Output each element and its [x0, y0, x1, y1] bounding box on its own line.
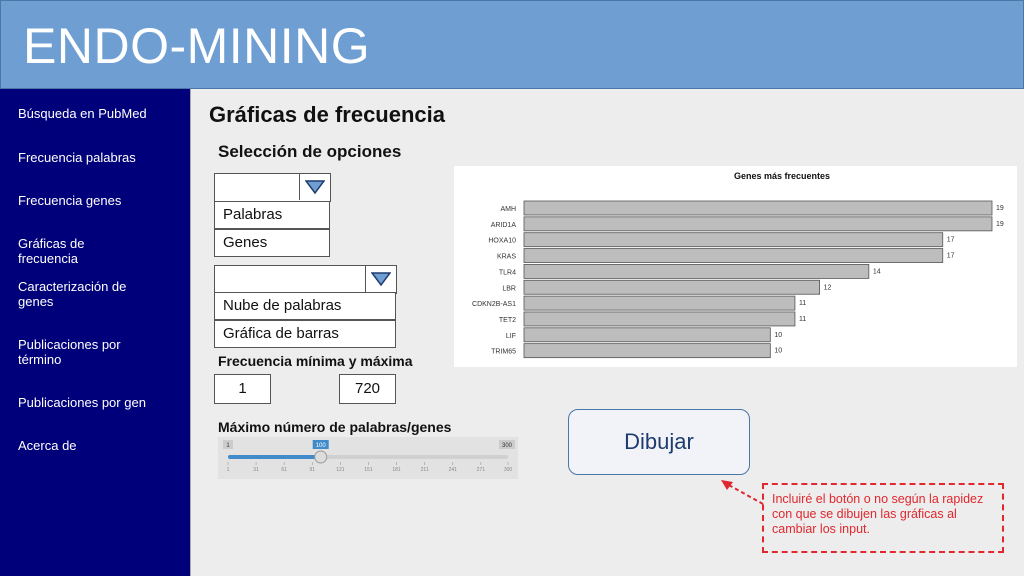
value-label: 10 — [774, 332, 782, 339]
value-label: 11 — [799, 300, 806, 307]
sidebar-item-frecuencia-palabras[interactable]: Frecuencia palabras — [18, 150, 148, 165]
chart-bar — [523, 216, 993, 232]
note-arrow-icon — [721, 480, 764, 505]
section-title: Selección de opciones — [218, 142, 402, 161]
sidebar-item-busqueda-pubmed[interactable]: Búsqueda en PubMed — [18, 106, 148, 121]
slider-max-label: 300 — [502, 443, 513, 449]
app-header: ENDO-MINING — [0, 0, 1024, 89]
value-label: 12 — [824, 284, 832, 291]
value-label: 17 — [947, 237, 955, 244]
category-label: LBR — [502, 285, 516, 292]
value-label: 10 — [774, 348, 782, 355]
chevron-down-icon[interactable] — [365, 266, 396, 292]
max-words-label: Máximo número de palabras/genes — [218, 419, 452, 435]
option-nube-palabras[interactable]: Nube de palabras — [214, 292, 396, 320]
value-label: 14 — [873, 268, 881, 275]
option-palabras[interactable]: Palabras — [214, 201, 330, 229]
sidebar: Búsqueda en PubMed Frecuencia palabras F… — [0, 89, 191, 576]
chart-bar — [523, 311, 796, 327]
slider-fill — [228, 455, 321, 459]
slider-tick-label: 31 — [253, 467, 259, 473]
sidebar-item-acerca-de[interactable]: Acerca de — [18, 438, 148, 453]
slider-value-label: 100 — [316, 443, 327, 449]
sidebar-item-graficas-frecuencia[interactable]: Gráficas de frecuencia — [18, 236, 148, 266]
page-title: Gráficas de frecuencia — [209, 102, 446, 127]
freq-range-label: Frecuencia mínima y máxima — [218, 353, 413, 369]
chart-bar — [523, 327, 771, 343]
value-label: 19 — [996, 221, 1004, 228]
slider-tick-label: 271 — [477, 467, 486, 473]
chart-bar — [523, 264, 870, 279]
frequency-chart: Genes más frecuentes AMH 19 ARID1A 19 HOXA10 1… — [454, 166, 1017, 367]
chart-bar — [523, 279, 820, 295]
app-title: ENDO-MINING — [23, 18, 371, 74]
category-label: ARID1A — [491, 222, 517, 229]
design-note: Incluiré el botón o no según la rapidez … — [762, 483, 1004, 553]
category-label: TRIM65 — [491, 349, 516, 356]
chart-bar — [523, 343, 771, 359]
slider-tick-label: 121 — [336, 467, 345, 473]
freq-max-input[interactable]: 720 — [339, 374, 396, 404]
sidebar-item-caracterizacion-genes[interactable]: Caracterización de genes — [18, 279, 148, 309]
slider-tick-label: 241 — [449, 467, 458, 473]
slider-tick-label: 1 — [227, 467, 230, 473]
draw-button[interactable]: Dibujar — [568, 409, 750, 475]
category-label: HOXA10 — [488, 238, 516, 245]
sidebar-item-frecuencia-genes[interactable]: Frecuencia genes — [18, 193, 148, 208]
slider-tick-label: 181 — [392, 467, 401, 473]
value-label: 19 — [996, 205, 1004, 212]
category-label: LIF — [506, 333, 516, 340]
slider-tick-label: 300 — [504, 467, 513, 473]
category-label: AMH — [500, 206, 516, 213]
option-genes[interactable]: Genes — [214, 229, 330, 257]
chevron-down-icon[interactable] — [299, 174, 330, 200]
slider-tick-label: 61 — [281, 467, 287, 473]
bar-chart-svg: Genes más frecuentes AMH 19 ARID1A 19 HOXA10 1… — [472, 171, 1004, 359]
chart-bar — [523, 232, 944, 248]
sidebar-item-publicaciones-gen[interactable]: Publicaciones por gen — [18, 395, 148, 410]
slider-tick-label: 91 — [309, 467, 315, 473]
category-label: TLR4 — [499, 269, 516, 276]
category-label: CDKN2B-AS1 — [472, 301, 516, 308]
slider-handle[interactable] — [314, 450, 328, 464]
chart-type-select[interactable] — [214, 265, 397, 294]
category-label: TET2 — [499, 317, 516, 324]
max-words-slider[interactable]: 1 300 100 1 31 61 91 121 151 181 211 241 271 300 — [218, 437, 518, 479]
sidebar-item-publicaciones-termino[interactable]: Publicaciones por término — [18, 337, 148, 367]
option-grafica-barras[interactable]: Gráfica de barras — [214, 320, 396, 348]
chart-bar — [523, 295, 796, 311]
value-label: 11 — [799, 316, 806, 323]
chart-title: Genes más frecuentes — [734, 171, 830, 181]
chart-bar — [523, 200, 993, 216]
value-label: 17 — [947, 253, 955, 260]
category-label: KRAS — [497, 254, 516, 261]
chart-bar — [523, 248, 944, 263]
freq-min-input[interactable]: 1 — [214, 374, 271, 404]
slider-tick-label: 211 — [421, 467, 429, 473]
slider-graphic[interactable]: 1 3001001 31 61 91 121 151 181 211 241 271 300 — [218, 437, 518, 479]
slider-tick-label: 151 — [364, 467, 373, 473]
data-type-select[interactable] — [214, 173, 331, 202]
